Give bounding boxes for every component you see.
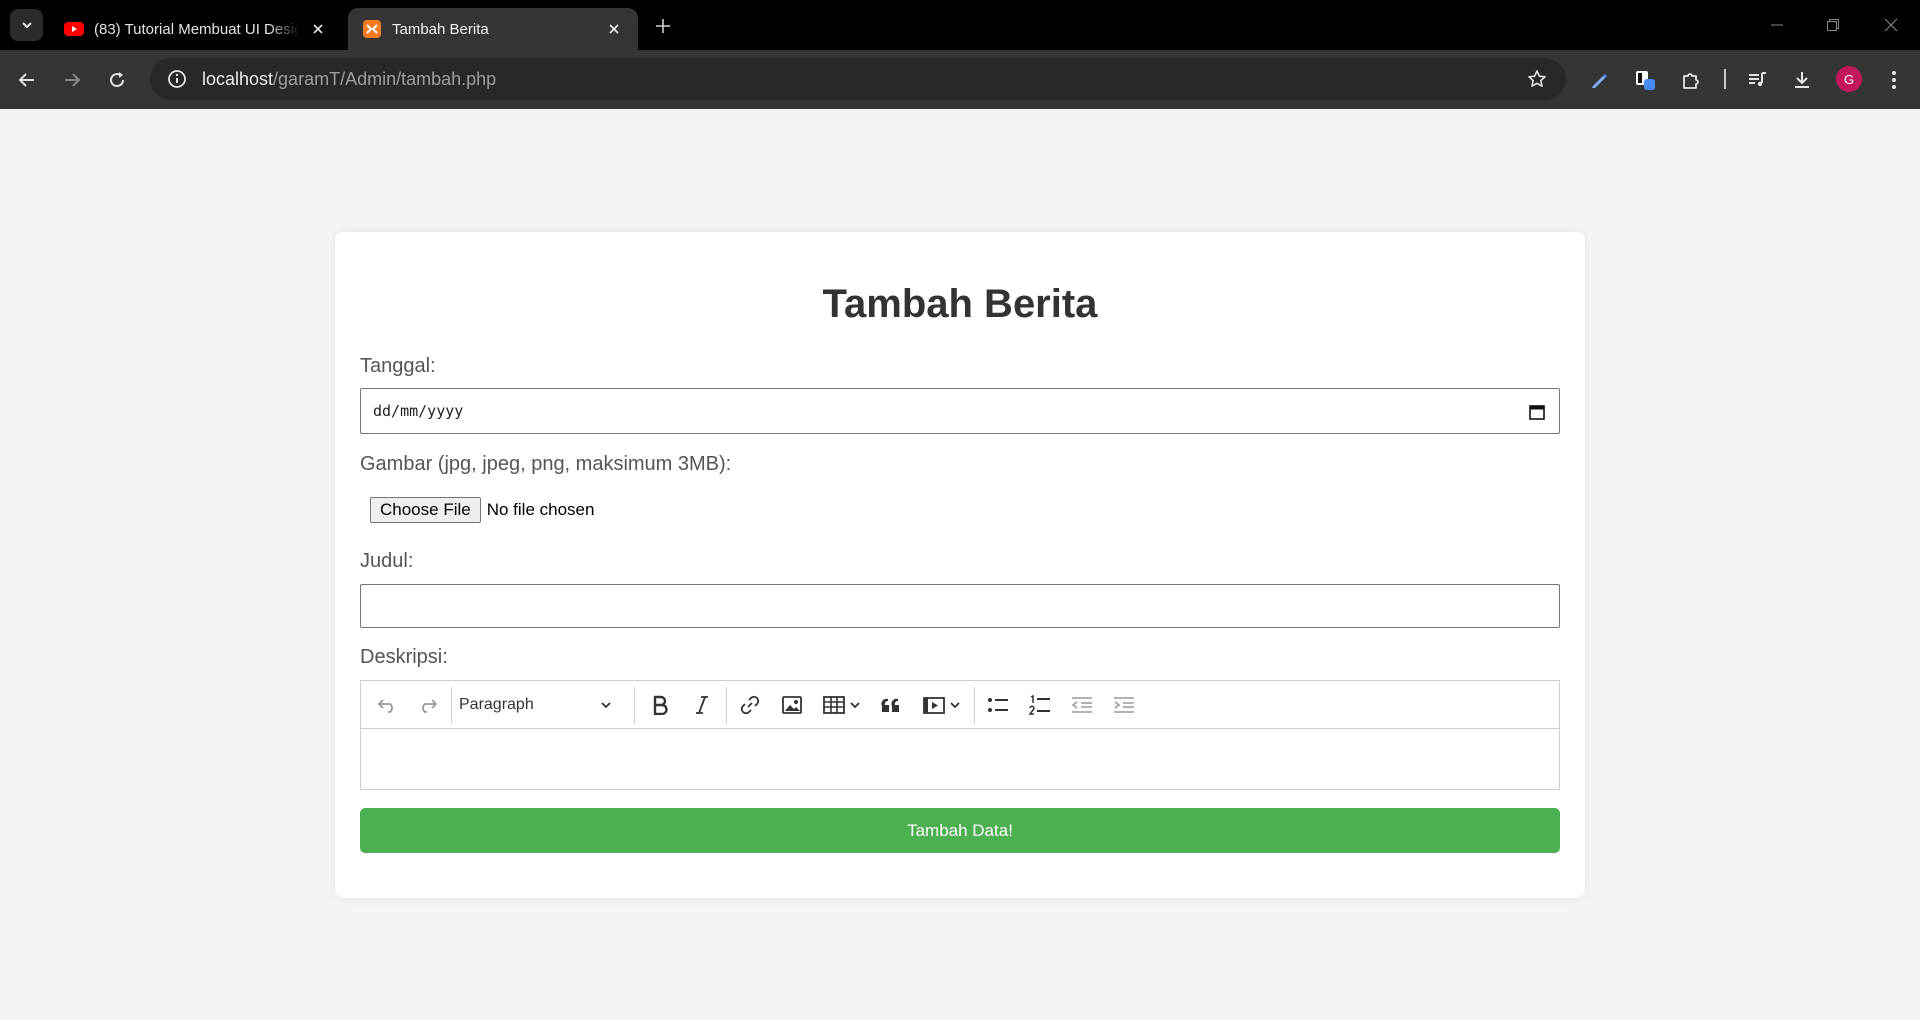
outdent-icon[interactable] [1065,688,1099,722]
editor-toolbar: Paragraph [361,681,1559,729]
tambah-data-button[interactable]: Tambah Data! [360,808,1560,853]
site-info-icon[interactable] [156,58,198,100]
page-title: Tambah Berita [822,282,1098,326]
heading-select[interactable]: Paragraph [459,688,625,722]
judul-label: Judul: [360,550,414,572]
back-button[interactable] [10,63,44,97]
reload-button[interactable] [100,63,134,97]
bulleted-list-icon[interactable] [981,688,1015,722]
numbered-list-icon[interactable] [1023,688,1057,722]
puzzle-icon [1683,73,1699,89]
browser-tab-strip: (83) Tutorial Membuat UI Design Tambah B… [0,0,1920,50]
extension-badge-button[interactable] [1628,63,1662,97]
choose-file-button[interactable]: Choose File [370,497,481,523]
minimize-icon [1771,24,1783,26]
gambar-label: Gambar (jpg, jpeg, png, maksimum 3MB): [360,453,732,475]
close-window-button[interactable] [1878,12,1904,38]
extensions-button[interactable] [1674,63,1708,97]
download-icon [1795,72,1809,88]
italic-icon[interactable] [685,688,719,722]
plus-icon [656,19,670,33]
restore-icon [1827,19,1839,31]
queue-music-icon [1749,72,1766,87]
toolbar-separator [451,687,452,723]
tab-youtube[interactable]: (83) Tutorial Membuat UI Design [50,8,342,50]
toolbar-separator [634,687,635,723]
form-card: Tambah Berita Tanggal: dd/mm/yyyy Gambar… [335,232,1585,898]
url-text: localhost/garamT/Admin/tambah.php [202,68,497,89]
judul-input[interactable] [360,584,1560,628]
heading-select-value: Paragraph [459,696,534,713]
youtube-icon [64,19,84,39]
deskripsi-rich-text-editor: Paragraph [360,680,1560,790]
calendar-icon[interactable] [1527,402,1547,422]
forward-button[interactable] [55,63,89,97]
image-icon[interactable] [775,688,809,722]
toolbar-separator [1724,69,1726,89]
editor-content-area[interactable] [361,729,1559,789]
downloads-button[interactable] [1785,63,1819,97]
toolbar-separator [726,687,727,723]
toolbar-separator [974,687,975,723]
chevron-down-icon [601,702,611,709]
blockquote-icon[interactable] [874,688,908,722]
browser-toolbar: localhost/garamT/Admin/tambah.php G [0,50,1920,109]
indent-icon[interactable] [1107,688,1141,722]
tab-title: Tambah Berita [392,20,489,38]
pen-icon [1592,74,1607,88]
menu-button[interactable] [1877,63,1911,97]
minimize-button[interactable] [1764,12,1790,38]
bold-icon[interactable] [643,688,677,722]
redo-icon[interactable] [412,688,444,722]
gambar-file-input[interactable]: Choose File No file chosen [370,497,594,523]
media-controls-button[interactable] [1740,63,1774,97]
restore-button[interactable] [1820,12,1846,38]
link-icon[interactable] [733,688,767,722]
address-bar[interactable]: localhost/garamT/Admin/tambah.php [150,58,1566,100]
tanggal-date-input[interactable]: dd/mm/yyyy [360,388,1560,434]
more-vertical-icon [1892,71,1896,89]
date-placeholder: dd/mm/yyyy [373,402,464,420]
tab-search-button[interactable] [10,9,43,41]
profile-avatar[interactable]: G [1836,66,1862,92]
close-icon[interactable] [308,19,328,39]
close-icon[interactable] [604,19,624,39]
new-tab-button[interactable] [650,13,676,39]
table-icon[interactable] [817,688,867,722]
undo-icon[interactable] [371,688,403,722]
pen-extension-button[interactable] [1582,63,1616,97]
extension-badge-icon [1636,71,1655,90]
tanggal-label: Tanggal: [360,355,436,377]
tab-tambah-berita[interactable]: Tambah Berita [348,8,638,50]
chevron-down-icon [21,22,32,29]
bookmark-star-icon[interactable] [1524,66,1550,92]
reload-icon [110,72,125,88]
arrow-right-icon [65,73,81,87]
deskripsi-label: Deskripsi: [360,646,448,668]
file-status: No file chosen [486,500,595,519]
close-icon [1884,18,1898,32]
xampp-icon [362,19,382,39]
tab-title: (83) Tutorial Membuat UI Design [94,20,300,38]
media-icon[interactable] [917,688,967,722]
arrow-left-icon [18,73,34,87]
